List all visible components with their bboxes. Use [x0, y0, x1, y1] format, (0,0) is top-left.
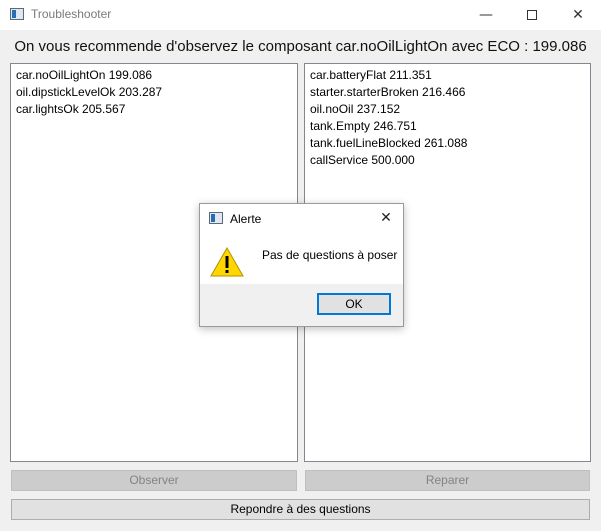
dialog-title-bar[interactable]: Alerte ✕ — [200, 204, 403, 232]
list-item[interactable]: tank.Empty 246.751 — [310, 118, 585, 135]
minimize-button[interactable]: — — [463, 0, 509, 30]
title-bar[interactable]: Troubleshooter — ✕ — [0, 0, 601, 30]
ok-button[interactable]: OK — [317, 293, 391, 315]
maximize-button[interactable] — [509, 0, 555, 30]
reparer-button[interactable]: Reparer — [305, 470, 590, 491]
list-item[interactable]: oil.dipstickLevelOk 203.287 — [16, 84, 292, 101]
warning-icon — [210, 247, 244, 277]
close-button[interactable]: ✕ — [555, 0, 601, 30]
list-item[interactable]: oil.noOil 237.152 — [310, 101, 585, 118]
dialog-body: Pas de questions à poser — [200, 232, 403, 284]
list-item[interactable]: car.batteryFlat 211.351 — [310, 67, 585, 84]
recommendation-text: On vous recommende d'observez le composa… — [14, 38, 587, 55]
dialog-message: Pas de questions à poser — [262, 248, 398, 262]
alert-dialog: Alerte ✕ Pas de questions à poser OK — [199, 203, 404, 327]
maximize-icon — [527, 10, 537, 20]
dialog-title: Alerte — [230, 212, 262, 226]
window-title: Troubleshooter — [31, 7, 112, 21]
app-icon — [10, 8, 24, 20]
dialog-close-button[interactable]: ✕ — [373, 207, 399, 229]
repondre-button[interactable]: Repondre à des questions — [11, 499, 590, 520]
list-item[interactable]: starter.starterBroken 216.466 — [310, 84, 585, 101]
list-item[interactable]: car.lightsOk 205.567 — [16, 101, 292, 118]
troubleshooter-window: Troubleshooter — ✕ On vous recommende d'… — [0, 0, 601, 531]
observer-button[interactable]: Observer — [11, 470, 297, 491]
list-item[interactable]: callService 500.000 — [310, 152, 585, 169]
list-item[interactable]: tank.fuelLineBlocked 261.088 — [310, 135, 585, 152]
list-item[interactable]: car.noOilLightOn 199.086 — [16, 67, 292, 84]
dialog-app-icon — [209, 212, 223, 224]
